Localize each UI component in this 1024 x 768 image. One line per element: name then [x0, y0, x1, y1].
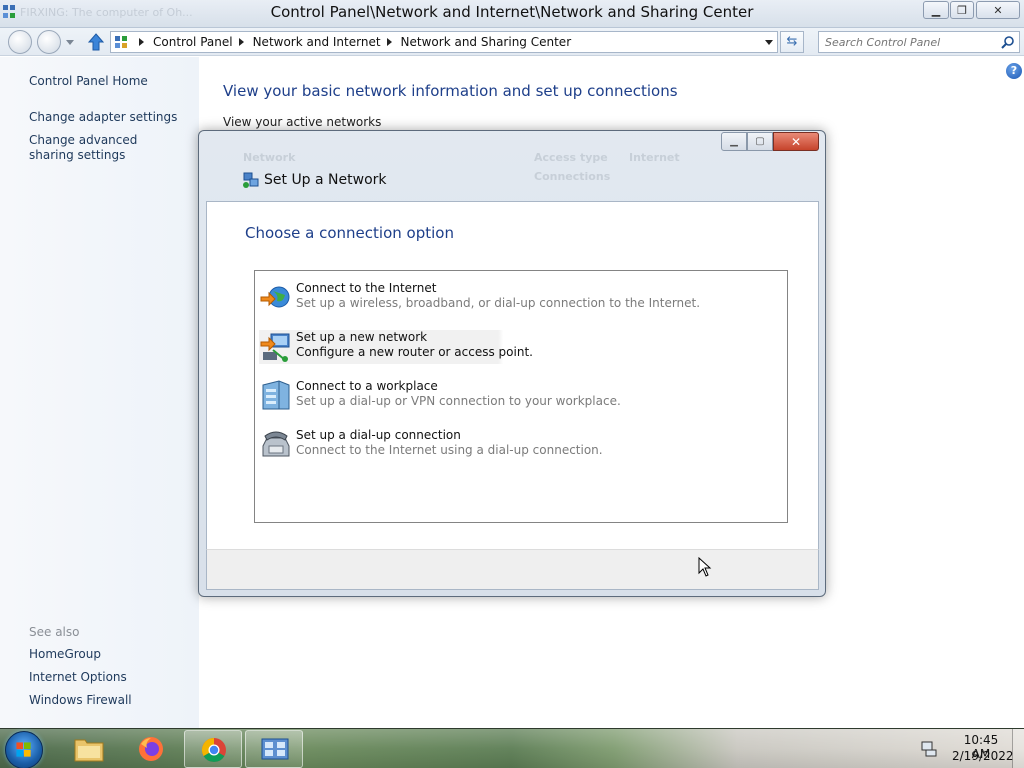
dialog-footer [206, 549, 819, 590]
ghost-internet-label: Internet [629, 151, 680, 164]
chrome-icon [201, 738, 226, 763]
search-input[interactable] [825, 34, 995, 50]
dialog-close-button[interactable]: ✕ [773, 132, 819, 151]
windows-firewall-link[interactable]: Windows Firewall [29, 693, 132, 708]
homegroup-link[interactable]: HomeGroup [29, 647, 101, 662]
close-icon: ✕ [993, 3, 1003, 17]
search-box[interactable] [818, 31, 1020, 53]
ghost-connections-label: Connections [534, 170, 611, 183]
forward-button[interactable] [37, 30, 61, 54]
network-computers-icon [260, 333, 290, 362]
show-desktop-button[interactable] [1012, 729, 1024, 768]
setup-network-dialog: Network Access type Internet Connections… [198, 130, 826, 597]
network-setup-icon [243, 172, 259, 188]
breadcrumb-network-sharing-center[interactable]: Network and Sharing Center [401, 35, 572, 49]
taskbar-windows-explorer[interactable] [60, 730, 118, 768]
taskbar-control-panel[interactable] [245, 730, 303, 768]
network-center-icon [261, 738, 289, 760]
control-panel-icon [115, 36, 127, 48]
system-tray: 10:45 AM 2/19/2022 [904, 729, 1024, 768]
folder-icon [74, 739, 104, 762]
taskbar: 10:45 AM 2/19/2022 [0, 728, 1024, 768]
ghost-network-label: Network [243, 151, 296, 164]
option-title: Set up a new network [296, 330, 428, 344]
dialog-window-buttons: ▁ ▢ ✕ [721, 132, 819, 152]
dialog-body: Choose a connection option Connect to th… [206, 201, 819, 549]
title-bar: FIRXING: The computer of Oh... Control P… [0, 0, 1024, 28]
up-arrow-icon[interactable] [88, 33, 104, 51]
option-description: Set up a wireless, broadband, or dial-up… [296, 296, 701, 310]
control-panel-home-link[interactable]: Control Panel Home [29, 74, 148, 89]
breadcrumb: Control Panel Network and Internet Netwo… [133, 35, 571, 49]
minimize-icon: ▁ [730, 136, 738, 147]
dialog-heading: Choose a connection option [245, 224, 454, 242]
option-title: Set up a dial-up connection [296, 428, 461, 442]
breadcrumb-network-and-internet[interactable]: Network and Internet [253, 35, 381, 49]
restore-button[interactable]: ❐ [950, 1, 974, 19]
telephone-icon [262, 431, 290, 457]
ghost-access-type-label: Access type [534, 151, 608, 164]
address-dropdown-icon[interactable] [765, 40, 773, 45]
restore-icon: ❐ [957, 3, 967, 17]
refresh-icon: ⇆ [786, 34, 798, 49]
page-title: View your basic network information and … [223, 82, 678, 100]
refresh-button[interactable]: ⇆ [780, 31, 804, 53]
option-title: Connect to the Internet [296, 281, 437, 295]
breadcrumb-separator-icon[interactable] [386, 38, 392, 46]
option-connect-workplace[interactable]: Connect to a workplace Set up a dial-up … [259, 379, 779, 413]
minimize-button[interactable]: ▁ [923, 1, 949, 19]
taskbar-chrome[interactable] [184, 730, 242, 768]
maximize-icon: ▢ [755, 136, 765, 147]
navigation-bar: Control Panel Network and Internet Netwo… [0, 28, 1024, 56]
firefox-icon [139, 737, 163, 761]
see-also-label: See also [29, 625, 80, 639]
clock-date[interactable]: 2/19/2022 [952, 749, 1014, 763]
help-icon[interactable]: ? [1006, 63, 1022, 79]
option-description: Connect to the Internet using a dial-up … [296, 443, 603, 457]
breadcrumb-separator-icon[interactable] [139, 38, 144, 46]
close-icon: ✕ [790, 134, 802, 149]
mouse-cursor-icon [698, 557, 712, 577]
option-description: Configure a new router or access point. [296, 345, 533, 359]
recent-pages-dropdown-icon[interactable] [66, 40, 74, 45]
address-bar[interactable]: Control Panel Network and Internet Netwo… [110, 31, 778, 53]
option-connect-internet[interactable]: Connect to the Internet Set up a wireles… [259, 281, 779, 315]
task-pane: Control Panel Home Change adapter settin… [0, 57, 199, 728]
option-dialup-connection[interactable]: Set up a dial-up connection Connect to t… [259, 428, 779, 462]
workplace-building-icon [262, 380, 290, 410]
active-networks-label: View your active networks [223, 115, 382, 129]
breadcrumb-control-panel[interactable]: Control Panel [153, 35, 233, 49]
connection-options-list: Connect to the Internet Set up a wireles… [254, 270, 788, 523]
taskbar-firefox[interactable] [122, 730, 180, 768]
minimize-icon: ▁ [931, 3, 941, 17]
windows-logo-icon [16, 742, 31, 757]
globe-icon [260, 286, 290, 308]
dialog-maximize-button[interactable]: ▢ [747, 132, 773, 151]
network-status-icon[interactable] [920, 740, 938, 758]
internet-options-link[interactable]: Internet Options [29, 670, 127, 685]
start-button[interactable] [5, 731, 43, 768]
dialog-title: Set Up a Network [264, 172, 387, 188]
close-button[interactable]: ✕ [976, 1, 1020, 19]
change-advanced-sharing-settings-link[interactable]: Change advanced sharing settings [29, 133, 179, 163]
search-icon[interactable] [1001, 35, 1015, 49]
back-button[interactable] [8, 30, 32, 54]
option-setup-new-network[interactable]: Set up a new network Configure a new rou… [259, 330, 779, 364]
window-title: Control Panel\Network and Internet\Netwo… [270, 3, 754, 21]
breadcrumb-separator-icon[interactable] [238, 38, 244, 46]
dialog-minimize-button[interactable]: ▁ [721, 132, 747, 151]
option-description: Set up a dial-up or VPN connection to yo… [296, 394, 621, 408]
option-title: Connect to a workplace [296, 379, 438, 393]
change-adapter-settings-link[interactable]: Change adapter settings [29, 110, 177, 125]
